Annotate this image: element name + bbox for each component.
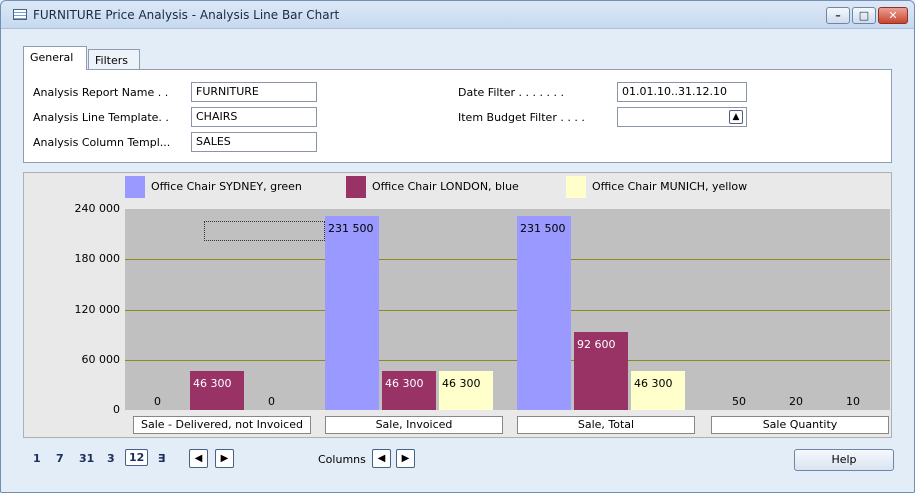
analysis-report-name-label: Analysis Report Name . . xyxy=(33,86,169,99)
period-button[interactable]: 12 xyxy=(125,449,149,466)
bar-value-label: 46 300 xyxy=(385,377,424,390)
minimize-button[interactable]: – xyxy=(826,7,850,24)
period-button[interactable]: ∃ xyxy=(158,452,166,465)
bar-value-label: 46 300 xyxy=(193,377,232,390)
bar-value-label: 0 xyxy=(154,395,161,408)
category-label: Sale - Delivered, not Invoiced xyxy=(133,416,311,434)
close-icon: ✕ xyxy=(888,9,898,22)
analysis-line-template-label: Analysis Line Template. . xyxy=(33,111,169,124)
date-filter-label: Date Filter . . . . . . . xyxy=(458,86,564,99)
legend-label: Office Chair LONDON, blue xyxy=(372,180,519,193)
bar-0 xyxy=(517,216,571,410)
legend-swatch xyxy=(346,176,366,198)
analysis-column-template-label: Analysis Column Templ... xyxy=(33,136,171,149)
previous-period-button[interactable]: ◀ xyxy=(189,449,208,468)
period-button[interactable]: 1 xyxy=(33,452,41,465)
bar-value-label: 231 500 xyxy=(328,222,374,235)
tab-filters[interactable]: Filters xyxy=(88,49,140,69)
bar-value-label: 10 xyxy=(846,395,860,408)
lookup-icon[interactable]: ▲ xyxy=(729,110,743,124)
chevron-right-icon: ▶ xyxy=(220,453,229,464)
bar-value-label: 0 xyxy=(268,395,275,408)
category-label: Sale, Invoiced xyxy=(325,416,503,434)
tab-general[interactable]: General xyxy=(23,46,87,70)
columns-label: Columns xyxy=(318,453,366,466)
legend-swatch xyxy=(125,176,145,198)
previous-column-button[interactable]: ◀ xyxy=(372,449,391,468)
bar-value-label: 46 300 xyxy=(442,377,481,390)
date-filter-field[interactable]: 01.01.10..31.12.10 xyxy=(617,82,747,102)
next-period-button[interactable]: ▶ xyxy=(215,449,234,468)
bar-value-label: 231 500 xyxy=(520,222,566,235)
y-axis-tick-label: 240 000 xyxy=(74,202,121,215)
chevron-left-icon: ◀ xyxy=(377,453,386,464)
table-icon xyxy=(13,9,27,20)
gridline xyxy=(125,359,890,361)
period-button[interactable]: 3 xyxy=(107,452,115,465)
close-button[interactable]: ✕ xyxy=(878,7,908,24)
chevron-left-icon: ◀ xyxy=(194,453,203,464)
analysis-column-template-field[interactable]: SALES xyxy=(191,132,317,152)
legend-label: Office Chair MUNICH, yellow xyxy=(592,180,748,193)
bar-value-label: 50 xyxy=(732,395,746,408)
analysis-report-name-field[interactable]: FURNITURE xyxy=(191,82,317,102)
bar-value-label: 20 xyxy=(789,395,803,408)
y-axis-tick-label: 0 xyxy=(113,403,120,416)
maximize-icon: □ xyxy=(858,9,870,22)
maximize-button[interactable]: □ xyxy=(852,7,876,24)
category-label: Sale, Total xyxy=(517,416,695,434)
legend-label: Office Chair SYDNEY, green xyxy=(151,180,302,193)
next-column-button[interactable]: ▶ xyxy=(396,449,415,468)
bar-value-label: 46 300 xyxy=(634,377,673,390)
legend-swatch xyxy=(566,176,586,198)
item-budget-filter-field[interactable]: ▲ xyxy=(617,107,747,127)
bar-value-label: 92 600 xyxy=(577,338,616,351)
chevron-right-icon: ▶ xyxy=(401,453,410,464)
bar-0 xyxy=(325,216,379,410)
help-button[interactable]: Help xyxy=(794,449,894,471)
y-axis-tick-label: 180 000 xyxy=(74,252,121,266)
period-button[interactable]: 7 xyxy=(56,452,64,465)
item-budget-filter-label: Item Budget Filter . . . . xyxy=(458,111,585,124)
title-bar: FURNITURE Price Analysis - Analysis Line… xyxy=(1,1,914,29)
gridline xyxy=(125,259,890,261)
minimize-icon: – xyxy=(835,9,841,22)
analysis-line-template-field[interactable]: CHAIRS xyxy=(191,107,317,127)
window-title: FURNITURE Price Analysis - Analysis Line… xyxy=(33,8,340,22)
selection-rectangle xyxy=(204,221,325,241)
y-axis-tick-label: 60 000 xyxy=(81,352,121,366)
y-axis-tick-label: 120 000 xyxy=(74,302,121,316)
period-button[interactable]: 31 xyxy=(79,452,94,465)
category-label: Sale Quantity xyxy=(711,416,889,434)
gridline xyxy=(125,309,890,311)
